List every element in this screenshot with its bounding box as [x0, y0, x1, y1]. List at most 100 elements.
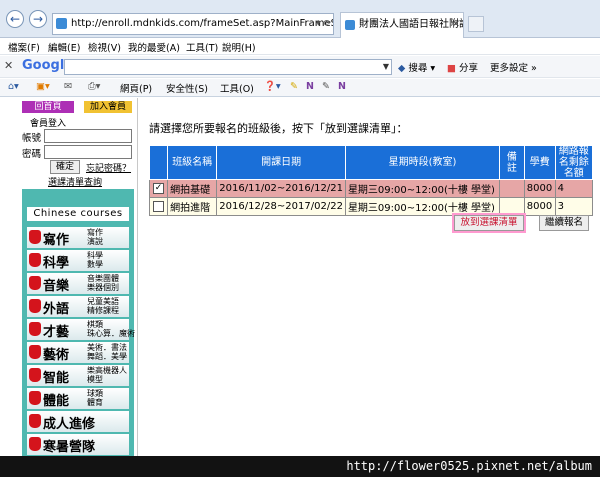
menu-favorites[interactable]: 我的最愛(A)	[128, 40, 180, 54]
pointing-hand-icon	[29, 437, 41, 451]
class-name-cell: 網拍基礎	[167, 179, 218, 198]
dropdown-arrow-icon[interactable]: ▼	[383, 60, 389, 74]
google-search-input[interactable]: ▼	[64, 59, 392, 75]
class-table: 班級名稱 開課日期 星期時段(教室) 備註 學費 網路報名剩餘名額 ✓ 網拍基礎…	[148, 145, 594, 216]
password-label: 密碼	[22, 149, 42, 160]
forgot-password-link[interactable]: 忘記密碼？	[86, 161, 131, 174]
menu-view[interactable]: 檢視(V)	[88, 40, 121, 54]
add-to-course-list-button[interactable]: 放到選課清單	[454, 215, 524, 231]
header-dates: 開課日期	[216, 145, 346, 180]
fee-cell: 8000	[523, 197, 556, 216]
back-arrow-icon: ←	[9, 12, 21, 26]
new-tab-button[interactable]	[468, 16, 484, 32]
home-tab[interactable]: 回首頁	[22, 101, 74, 113]
lync-icon[interactable]: ✎	[322, 81, 330, 92]
header-class-name: 班級名稱	[167, 145, 218, 180]
course-physical[interactable]: 體能 球類 體育	[27, 388, 129, 409]
share-button[interactable]: ■ 分享	[447, 60, 478, 74]
mail-icon[interactable]: ✉	[64, 81, 72, 92]
course-talent[interactable]: 才藝 棋類 珠心算．魔術	[27, 319, 135, 340]
forward-button[interactable]: →	[29, 10, 47, 28]
menu-bar: 檔案(F) 編輯(E) 檢視(V) 我的最愛(A) 工具(T) 說明(H)	[0, 38, 600, 55]
header-seats: 網路報名剩餘名額	[554, 145, 594, 180]
tab-favicon-icon	[345, 20, 355, 30]
pointing-hand-icon	[29, 322, 41, 336]
close-tab-icon[interactable]: ✕	[452, 13, 460, 37]
continue-registration-button[interactable]: 繼續報名	[539, 215, 589, 231]
password-input[interactable]	[44, 145, 132, 159]
google-toolbar: ✕ Google ▼ ◆ 搜尋 ▾ ■ 分享 更多設定 »	[0, 56, 600, 78]
search-icon: ◆	[398, 63, 406, 74]
course-writing[interactable]: 寫作 寫作 演說	[27, 227, 129, 248]
google-search-button[interactable]: ◆ 搜尋 ▾	[398, 60, 435, 74]
course-intelligence[interactable]: 智能 樂高機器人 模型	[27, 365, 129, 386]
site-favicon-icon	[56, 18, 67, 29]
join-member-tab[interactable]: 加入會員	[84, 101, 132, 113]
command-bar: ⌂▾ ▣▾ ✉ ⎙▾ 網頁(P) 安全性(S) 工具(O) ❓▾ ✎ N ✎ N	[0, 79, 600, 97]
print-icon[interactable]: ⎙▾	[88, 81, 100, 92]
page-menu[interactable]: 網頁(P)	[120, 81, 152, 95]
tools-menu[interactable]: 工具(O)	[220, 81, 254, 95]
course-menu: Chinese courses 寫作 寫作 演說 科學 科學 數學 音樂 音樂團體 樂器個別…	[22, 189, 135, 456]
course-art[interactable]: 藝術 美術．書法 舞蹈．美學	[27, 342, 129, 363]
seats-cell: 4	[554, 179, 594, 198]
dates-cell: 2016/12/28~2017/02/22	[216, 197, 346, 216]
course-camp[interactable]: 寒暑營隊	[27, 434, 129, 455]
header-time: 星期時段(教室)	[344, 145, 501, 180]
instruction-text: 請選擇您所要報名的班級後，按下「放到選課清單」：	[149, 122, 408, 135]
feeds-icon[interactable]: ▣▾	[36, 81, 50, 92]
table-header-row: 班級名稱 開課日期 星期時段(教室) 備註 學費 網路報名剩餘名額	[148, 145, 594, 180]
account-input[interactable]	[44, 129, 132, 143]
row-select-cell[interactable]	[148, 197, 169, 216]
pointing-hand-icon	[29, 253, 41, 267]
course-language[interactable]: 外語 兒童美語 精修課程	[27, 296, 129, 317]
menu-file[interactable]: 檔案(F)	[8, 40, 40, 54]
forward-arrow-icon: →	[32, 12, 44, 26]
pointing-hand-icon	[29, 391, 41, 405]
browser-tab[interactable]: 財團法人國語日報社附設合... ✕	[340, 12, 464, 38]
onenote-icon[interactable]: N	[306, 81, 314, 92]
pointing-hand-icon	[29, 345, 41, 359]
header-note: 備註	[499, 145, 525, 180]
watermark-url: http://flower0525.pixnet.net/album	[346, 459, 592, 473]
course-science[interactable]: 科學 科學 數學	[27, 250, 129, 271]
course-music[interactable]: 音樂 音樂團體 樂器個別	[27, 273, 129, 294]
safety-menu[interactable]: 安全性(S)	[166, 81, 208, 95]
row-checkbox[interactable]: ✓	[153, 182, 165, 194]
note-cell	[499, 179, 525, 198]
browser-titlebar: ← → http://enroll.mdnkids.com/frameSet.a…	[0, 0, 600, 38]
confirm-button[interactable]: 確定	[50, 160, 80, 174]
menu-help[interactable]: 說明(H)	[222, 40, 256, 54]
onenote-icon-2[interactable]: N	[338, 81, 346, 92]
addon-icon[interactable]: ✎	[290, 81, 298, 92]
watermark-bar: http://flower0525.pixnet.net/album	[0, 456, 600, 477]
help-icon[interactable]: ❓▾	[264, 81, 281, 92]
menu-tools[interactable]: 工具(T)	[186, 40, 218, 54]
address-bar[interactable]: http://enroll.mdnkids.com/frameSet.asp?M…	[52, 13, 334, 35]
home-icon[interactable]: ⌂▾	[8, 81, 19, 92]
menu-edit[interactable]: 編輯(E)	[48, 40, 80, 54]
seats-cell: 3	[554, 197, 594, 216]
table-row[interactable]: 網拍進階 2016/12/28~2017/02/22 星期三09:00~12:0…	[148, 197, 594, 216]
dates-cell: 2016/11/02~2016/12/21	[216, 179, 346, 198]
pointing-hand-icon	[29, 299, 41, 313]
account-label: 帳號	[22, 133, 42, 144]
pointing-hand-icon	[29, 230, 41, 244]
more-settings-button[interactable]: 更多設定 »	[490, 60, 537, 74]
course-adult[interactable]: 成人進修	[27, 411, 129, 432]
row-checkbox[interactable]	[153, 200, 165, 212]
pointing-hand-icon	[29, 368, 41, 382]
close-toolbar-icon[interactable]: ✕	[4, 59, 13, 72]
header-fee: 學費	[523, 145, 556, 180]
table-row[interactable]: ✓ 網拍基礎 2016/11/02~2016/12/21 星期三09:00~12…	[148, 179, 594, 198]
share-icon: ■	[447, 63, 456, 74]
row-select-cell[interactable]: ✓	[148, 179, 169, 198]
tab-title: 財團法人國語日報社附設合...	[359, 19, 463, 30]
back-button[interactable]: ←	[6, 10, 24, 28]
courses-title: Chinese courses	[27, 207, 129, 221]
select-column-header	[148, 145, 169, 180]
course-list-query-link[interactable]: 選課清單查詢	[48, 175, 102, 188]
address-controls[interactable]: ▾ ⟳	[316, 14, 331, 34]
pointing-hand-icon	[29, 414, 41, 428]
main-frame: 請選擇您所要報名的班級後，按下「放到選課清單」： 班級名稱 開課日期 星期時段(…	[139, 98, 600, 456]
